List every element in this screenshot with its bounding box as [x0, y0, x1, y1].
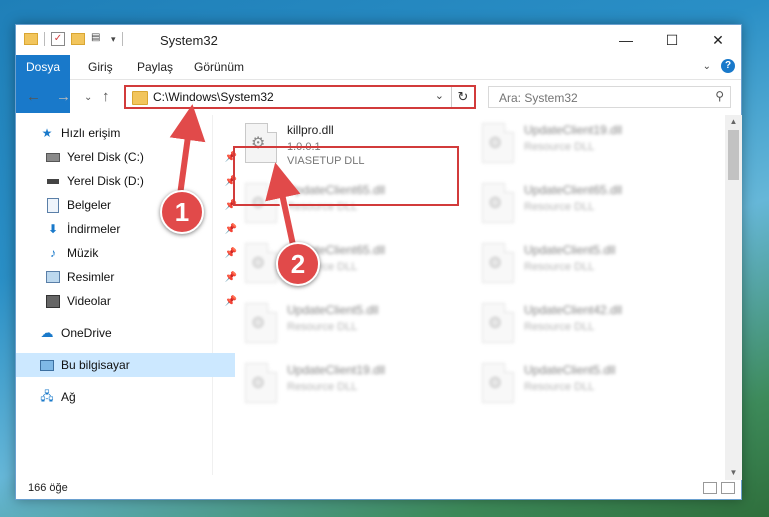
- step-2-marker: 2: [276, 242, 320, 286]
- annotation-arrows: [169, 104, 301, 246]
- step-1-marker: 1: [160, 190, 204, 234]
- arrow-2: [265, 162, 301, 246]
